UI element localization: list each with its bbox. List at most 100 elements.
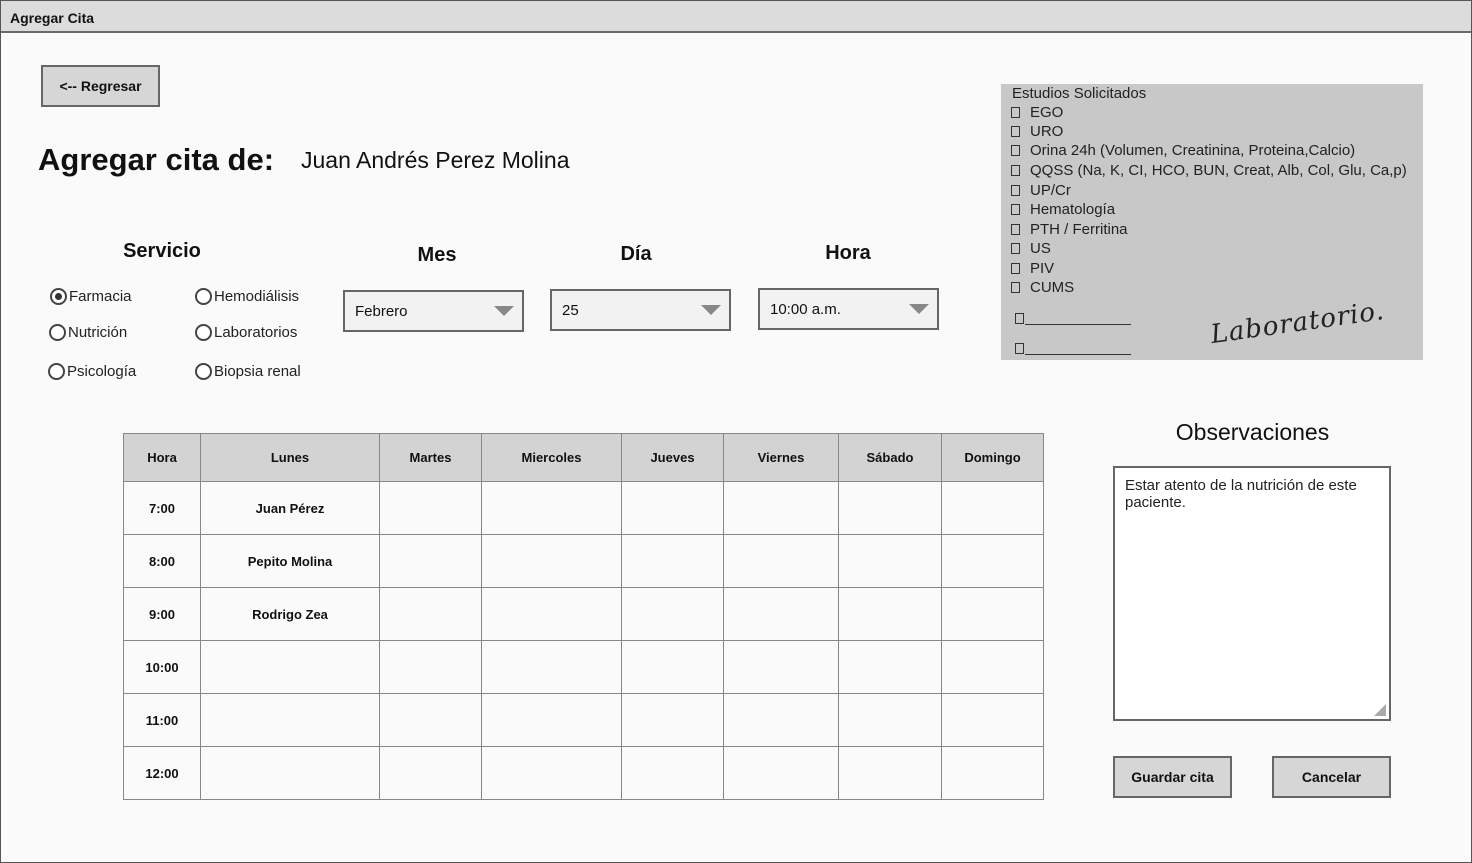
appointment-cell[interactable] xyxy=(838,587,942,641)
appointment-cell[interactable] xyxy=(838,481,942,535)
appointment-cell[interactable] xyxy=(621,534,724,588)
handwritten-signature: Laboratorio. xyxy=(1208,295,1387,351)
appointment-cell[interactable]: Pepito Molina xyxy=(200,534,380,588)
appointment-cell[interactable] xyxy=(723,746,839,800)
radio-label: Farmacia xyxy=(69,288,132,305)
appointment-cell[interactable] xyxy=(481,693,622,747)
hour-select[interactable]: 10:00 a.m. xyxy=(758,288,939,330)
appointment-cell[interactable] xyxy=(621,481,724,535)
observations-textarea[interactable]: Estar atento de la nutrición de este pac… xyxy=(1113,466,1391,721)
appointment-cell[interactable] xyxy=(621,746,724,800)
radio-icon xyxy=(49,324,66,341)
appointment-cell[interactable] xyxy=(379,693,482,747)
appointment-cell[interactable]: Juan Pérez xyxy=(200,481,380,535)
column-header: Sábado xyxy=(838,433,942,482)
appointment-cell[interactable] xyxy=(379,746,482,800)
app-window: Agregar Cita <-- Regresar Agregar cita d… xyxy=(0,0,1472,863)
day-value: 25 xyxy=(562,302,579,319)
appointment-cell[interactable] xyxy=(379,481,482,535)
day-select[interactable]: 25 xyxy=(550,289,731,331)
table-row: 9:00 Rodrigo Zea xyxy=(123,587,1044,641)
appointment-cell[interactable] xyxy=(481,534,622,588)
radio-hemodialisis[interactable]: Hemodiálisis xyxy=(195,288,299,305)
study-item: EGO xyxy=(1011,104,1063,121)
checkbox-icon xyxy=(1011,224,1020,235)
appointment-cell[interactable] xyxy=(838,746,942,800)
radio-icon xyxy=(48,363,65,380)
radio-nutricion[interactable]: Nutrición xyxy=(49,324,127,341)
appointment-cell[interactable] xyxy=(941,587,1044,641)
radio-icon xyxy=(195,363,212,380)
checkbox-icon xyxy=(1015,313,1024,324)
appointment-cell[interactable] xyxy=(379,587,482,641)
checkbox-icon xyxy=(1011,263,1020,274)
appointment-cell[interactable] xyxy=(941,746,1044,800)
radio-label: Laboratorios xyxy=(214,324,298,341)
chevron-down-icon xyxy=(494,306,514,316)
radio-psicologia[interactable]: Psicología xyxy=(48,363,136,380)
month-select[interactable]: Febrero xyxy=(343,290,524,332)
study-item: CUMS xyxy=(1011,279,1074,296)
column-header: Hora xyxy=(123,433,201,482)
appointment-cell[interactable] xyxy=(941,640,1044,694)
radio-laboratorios[interactable]: Laboratorios xyxy=(195,324,297,341)
hour-label: Hora xyxy=(825,242,871,264)
appointment-cell[interactable] xyxy=(621,587,724,641)
resize-grip-icon[interactable] xyxy=(1374,704,1386,716)
appointment-cell[interactable]: Rodrigo Zea xyxy=(200,587,380,641)
blank-line xyxy=(1025,343,1131,355)
checkbox-icon xyxy=(1011,126,1020,137)
table-row: 7:00 Juan Pérez xyxy=(123,481,1044,535)
appointment-cell[interactable] xyxy=(200,746,380,800)
checkbox-icon xyxy=(1011,282,1020,293)
save-appointment-button[interactable]: Guardar cita xyxy=(1113,756,1232,798)
radio-icon xyxy=(195,324,212,341)
appointment-cell[interactable] xyxy=(723,481,839,535)
column-header: Jueves xyxy=(621,433,724,482)
service-label: Servicio xyxy=(123,240,201,262)
appointment-cell[interactable] xyxy=(481,640,622,694)
appointment-cell[interactable] xyxy=(379,640,482,694)
radio-farmacia[interactable]: Farmacia xyxy=(50,288,132,305)
chevron-down-icon xyxy=(701,305,721,315)
study-item: US xyxy=(1011,240,1051,257)
appointment-cell[interactable] xyxy=(941,693,1044,747)
appointment-cell[interactable] xyxy=(379,534,482,588)
column-header: Domingo xyxy=(941,433,1044,482)
time-cell: 12:00 xyxy=(123,746,201,800)
checkbox-icon xyxy=(1011,107,1020,118)
column-header: Lunes xyxy=(200,433,380,482)
appointment-cell[interactable] xyxy=(723,693,839,747)
appointment-cell[interactable] xyxy=(621,640,724,694)
cancel-button[interactable]: Cancelar xyxy=(1272,756,1391,798)
blank-line xyxy=(1025,313,1131,325)
time-cell: 10:00 xyxy=(123,640,201,694)
appointment-cell[interactable] xyxy=(621,693,724,747)
radio-selected-icon xyxy=(50,288,67,305)
study-item: PIV xyxy=(1011,260,1054,277)
radio-biopsia-renal[interactable]: Biopsia renal xyxy=(195,363,301,380)
table-row: 10:00 xyxy=(123,640,1044,694)
observations-text: Estar atento de la nutrición de este pac… xyxy=(1125,477,1357,511)
appointment-cell[interactable] xyxy=(481,746,622,800)
appointment-cell[interactable] xyxy=(941,481,1044,535)
appointment-cell[interactable] xyxy=(200,640,380,694)
title-bar: Agregar Cita xyxy=(1,1,1471,33)
appointment-cell[interactable] xyxy=(723,534,839,588)
appointment-cell[interactable] xyxy=(838,640,942,694)
month-value: Febrero xyxy=(355,303,408,320)
column-header: Martes xyxy=(379,433,482,482)
appointment-cell[interactable] xyxy=(723,587,839,641)
study-item: Orina 24h (Volumen, Creatinina, Proteina… xyxy=(1011,142,1355,159)
appointment-cell[interactable] xyxy=(941,534,1044,588)
appointment-cell[interactable] xyxy=(200,693,380,747)
appointment-cell[interactable] xyxy=(838,534,942,588)
appointment-cell[interactable] xyxy=(723,640,839,694)
appointment-cell[interactable] xyxy=(481,587,622,641)
appointment-cell[interactable] xyxy=(481,481,622,535)
radio-label: Hemodiálisis xyxy=(214,288,300,305)
study-item: PTH / Ferritina xyxy=(1011,221,1128,238)
checkbox-icon xyxy=(1011,204,1020,215)
appointment-cell[interactable] xyxy=(838,693,942,747)
back-button[interactable]: <-- Regresar xyxy=(41,65,160,107)
